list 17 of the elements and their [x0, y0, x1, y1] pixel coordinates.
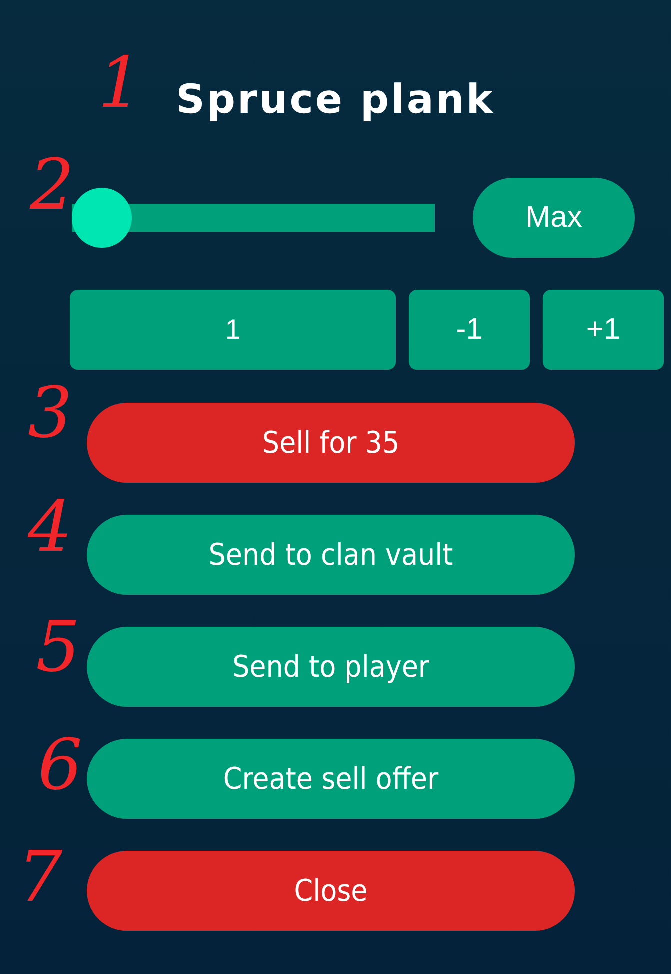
action-button[interactable]: Sell for 35	[87, 403, 575, 483]
step-button[interactable]: -1	[409, 290, 530, 370]
annotation-number: 5	[36, 612, 81, 682]
action-button[interactable]: Create sell offer	[87, 739, 575, 819]
quantity-field[interactable]: 1	[70, 290, 396, 370]
annotation-number: 4	[28, 492, 73, 562]
annotation-number: 7	[18, 842, 63, 912]
annotation-number: 1	[98, 48, 143, 118]
dialog-title: Spruce plank	[176, 76, 495, 125]
action-button[interactable]: Send to player	[87, 627, 575, 707]
close-button[interactable]: Close	[87, 851, 575, 931]
action-button[interactable]: Send to clan vault	[87, 515, 575, 595]
annotation-number: 3	[28, 378, 73, 448]
max-button[interactable]: Max	[473, 178, 635, 258]
annotation-number: 6	[38, 730, 83, 800]
step-button[interactable]: +1	[543, 290, 664, 370]
annotation-number: 2	[30, 150, 75, 220]
